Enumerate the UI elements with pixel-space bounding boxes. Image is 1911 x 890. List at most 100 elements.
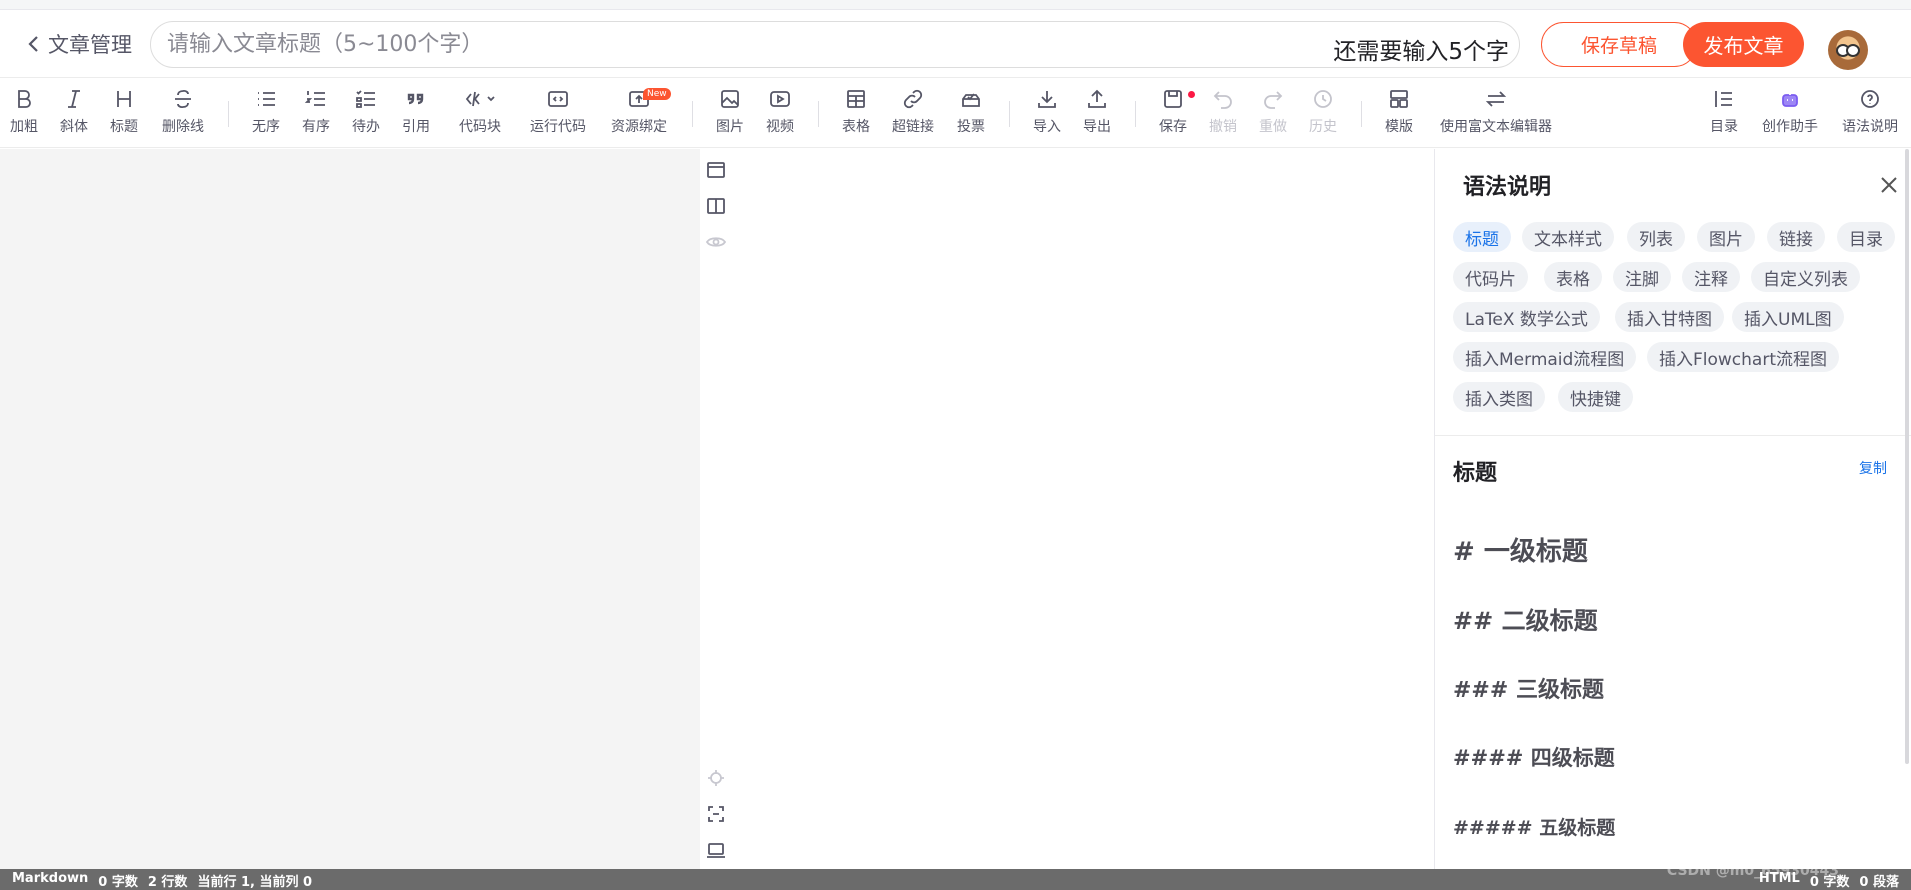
tag-image[interactable]: 图片 (1697, 222, 1755, 252)
toolbar-todo-list[interactable]: 待办 (348, 85, 384, 143)
back-label: 文章管理 (48, 33, 132, 57)
editor-only-mode-icon[interactable] (704, 158, 728, 182)
avatar[interactable] (1828, 30, 1868, 70)
toolbar-label: 资源绑定 (611, 119, 667, 135)
toolbar-label: 有序 (302, 119, 330, 135)
toolbar-heading[interactable]: 标题 (106, 85, 142, 143)
toolbar-template[interactable]: 模版 (1381, 85, 1417, 143)
toolbar-export[interactable]: 导出 (1079, 85, 1115, 143)
preview-eye-icon[interactable] (704, 230, 728, 254)
toolbar-label: 历史 (1309, 119, 1337, 135)
toolbar-label: 代码块 (459, 119, 501, 135)
article-title-input[interactable] (167, 22, 1267, 67)
new-badge: New (643, 88, 671, 100)
status-paragraph-count: 0 段落 (1859, 875, 1899, 890)
toolbar-separator (1009, 101, 1010, 127)
toolbar-assistant[interactable]: 创作助手 (1758, 85, 1822, 143)
tag-footnote[interactable]: 注脚 (1613, 262, 1671, 292)
toolbar-label: 投票 (957, 119, 985, 135)
markdown-toolbar: 加粗 斜体 标题 删除线 无序 有序 待办 引用 代码块 运行代码 资源绑定 N… (0, 79, 1911, 148)
toolbar-label: 保存 (1159, 119, 1187, 135)
undo-icon (1211, 85, 1235, 113)
sync-scroll-icon[interactable] (704, 766, 728, 790)
quote-icon (404, 85, 428, 113)
tag-heading[interactable]: 标题 (1453, 222, 1511, 252)
history-icon (1311, 85, 1335, 113)
markdown-editor-pane[interactable] (0, 149, 700, 869)
toolbar-label: 目录 (1710, 119, 1738, 135)
toolbar-label: 图片 (716, 119, 744, 135)
tag-flowchart[interactable]: 插入Flowchart流程图 (1647, 342, 1839, 372)
tag-code-snippet[interactable]: 代码片 (1453, 262, 1528, 292)
tag-table[interactable]: 表格 (1544, 262, 1602, 292)
laptop-layout-icon[interactable] (704, 838, 728, 862)
toolbar-switch-rich-editor[interactable]: 使用富文本编辑器 (1434, 85, 1558, 143)
toolbar-label: 重做 (1259, 119, 1287, 135)
redo-icon (1261, 85, 1285, 113)
toolbar-label: 导入 (1033, 119, 1061, 135)
panel-divider (1435, 435, 1911, 436)
toolbar-label: 待办 (352, 119, 380, 135)
toolbar-italic[interactable]: 斜体 (56, 85, 92, 143)
toolbar-toc[interactable]: 目录 (1706, 85, 1742, 143)
help-icon (1858, 85, 1882, 113)
tag-class-diagram[interactable]: 插入类图 (1453, 382, 1545, 412)
toolbar-import[interactable]: 导入 (1029, 85, 1065, 143)
toolbar-video[interactable]: 视频 (762, 85, 798, 143)
todo-list-icon (354, 85, 378, 113)
heading-example-h2: ## 二级标题 (1453, 607, 1598, 635)
toolbar-table[interactable]: 表格 (838, 85, 874, 143)
toolbar-undo[interactable]: 撤销 (1205, 85, 1241, 143)
toolbar-bold[interactable]: 加粗 (6, 85, 42, 143)
tag-list[interactable]: 列表 (1627, 222, 1685, 252)
tag-latex[interactable]: LaTeX 数学公式 (1453, 302, 1600, 332)
toolbar-label: 视频 (766, 119, 794, 135)
split-view-icon[interactable] (704, 194, 728, 218)
fullscreen-icon[interactable] (704, 802, 728, 826)
toolbar-separator (1361, 101, 1362, 127)
italic-icon (62, 85, 86, 113)
tag-gantt[interactable]: 插入甘特图 (1615, 302, 1724, 332)
tag-comment[interactable]: 注释 (1682, 262, 1740, 292)
tag-toc[interactable]: 目录 (1837, 222, 1895, 252)
toolbar-label: 撤销 (1209, 119, 1237, 135)
toolbar-redo[interactable]: 重做 (1255, 85, 1291, 143)
toolbar-resource-bind[interactable]: 资源绑定 New (607, 85, 671, 143)
toolbar-quote[interactable]: 引用 (398, 85, 434, 143)
code-block-icon (464, 85, 496, 113)
toolbar-syntax-help[interactable]: 语法说明 (1838, 85, 1902, 143)
toolbar-strikethrough[interactable]: 删除线 (158, 85, 208, 143)
tag-custom-list[interactable]: 自定义列表 (1751, 262, 1860, 292)
toolbar-image[interactable]: 图片 (712, 85, 748, 143)
section-title: 标题 (1453, 461, 1498, 486)
toolbar-ordered-list[interactable]: 有序 (298, 85, 334, 143)
tag-shortcuts[interactable]: 快捷键 (1558, 382, 1633, 412)
image-icon (718, 85, 742, 113)
remaining-chars-hint: 还需要输入5个字 (1333, 39, 1509, 65)
table-icon (844, 85, 868, 113)
save-draft-button[interactable]: 保存草稿 (1541, 22, 1697, 67)
toolbar-history[interactable]: 历史 (1305, 85, 1341, 143)
toolbar-unordered-list[interactable]: 无序 (248, 85, 284, 143)
toolbar-run-code[interactable]: 运行代码 (526, 85, 590, 143)
toolbar-code-block[interactable]: 代码块 (452, 85, 508, 143)
back-to-article-management[interactable]: 文章管理 (26, 28, 132, 60)
tag-mermaid[interactable]: 插入Mermaid流程图 (1453, 342, 1637, 372)
toolbar-save[interactable]: 保存 (1155, 85, 1195, 143)
tag-uml[interactable]: 插入UML图 (1732, 302, 1844, 332)
toolbar-link[interactable]: 超链接 (888, 85, 938, 143)
publish-article-button[interactable]: 发布文章 (1683, 22, 1804, 67)
status-right: CSDN @m0_65930443 HTML 0 字数 0 段落 (1667, 863, 1899, 890)
toolbar-label: 标题 (110, 119, 138, 135)
toolbar-vote[interactable]: 投票 (953, 85, 989, 143)
toolbar-label: 超链接 (892, 119, 934, 135)
close-icon[interactable] (1879, 175, 1901, 197)
tag-link[interactable]: 链接 (1767, 222, 1825, 252)
vote-icon (959, 85, 983, 113)
panel-scrollbar[interactable] (1905, 149, 1909, 764)
tag-text-style[interactable]: 文本样式 (1522, 222, 1614, 252)
heading-example-h5: ##### 五级标题 (1453, 817, 1616, 839)
assistant-icon (1778, 85, 1802, 113)
copy-button[interactable]: 复制 (1859, 458, 1887, 478)
status-mode: Markdown (12, 871, 89, 886)
